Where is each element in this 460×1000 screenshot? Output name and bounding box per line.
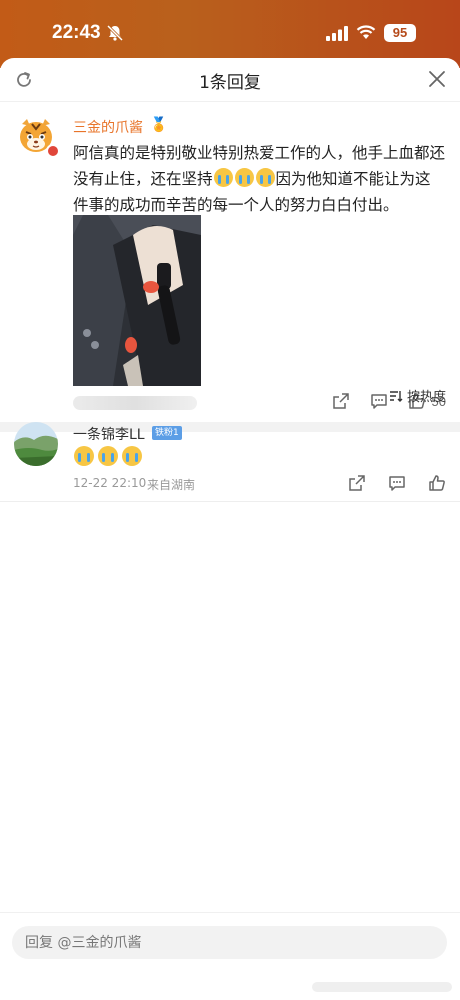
comment-icon[interactable] bbox=[370, 392, 388, 410]
like-icon[interactable] bbox=[428, 474, 446, 492]
sort-icon bbox=[389, 390, 403, 402]
comment-text: 阿信真的是特别敬业特别热爱工作的人，他手上血都还没有止住，还在坚持 因为他知道不能… bbox=[73, 140, 445, 218]
crying-emoji-icon bbox=[98, 446, 118, 466]
crying-emoji-icon bbox=[255, 168, 275, 187]
landscape-avatar-icon bbox=[14, 422, 58, 466]
reply-location: 来自湖南 bbox=[147, 478, 196, 492]
sheet-title: 1条回复 bbox=[199, 73, 261, 93]
comment-icon[interactable] bbox=[388, 474, 406, 492]
medal-icon: 🏅 bbox=[150, 117, 168, 133]
reply-item: 一条锦李LL 铁粉1 12-22 22:10 来自湖南 bbox=[0, 416, 460, 502]
sort-button[interactable]: 按热度 bbox=[389, 386, 446, 405]
share-icon[interactable] bbox=[332, 392, 350, 410]
reply-input[interactable] bbox=[12, 926, 447, 959]
sheet-header: 1条回复 bbox=[0, 58, 460, 102]
crying-emoji-icon bbox=[122, 446, 142, 466]
reply-bar bbox=[0, 912, 460, 1000]
reply-time: 12-22 22:10 bbox=[73, 476, 147, 490]
watermark bbox=[312, 982, 452, 992]
reply-actions bbox=[326, 474, 446, 492]
crying-emoji-icon bbox=[74, 446, 94, 466]
close-icon[interactable] bbox=[428, 70, 446, 88]
avatar[interactable] bbox=[14, 422, 58, 466]
reply-sheet: 1条回复 三金的爪酱 🏅 阿信真的是特别敬业特别热爱工作的人，他手上血都还没有止… bbox=[0, 58, 460, 1000]
reply-username[interactable]: 一条锦李LL bbox=[73, 424, 145, 444]
fan-badge: 铁粉1 bbox=[152, 426, 182, 440]
wifi-icon bbox=[356, 25, 376, 39]
crying-emoji-icon bbox=[213, 168, 233, 187]
battery-indicator: 95 bbox=[384, 24, 416, 42]
status-time: 22:43 bbox=[52, 22, 101, 43]
sort-label: 按热度 bbox=[406, 390, 446, 405]
original-comment: 三金的爪酱 🏅 阿信真的是特别敬业特别热爱工作的人，他手上血都还没有止住，还在坚… bbox=[0, 102, 460, 422]
comment-meta-blurred bbox=[73, 396, 197, 410]
verified-badge bbox=[46, 144, 60, 158]
comment-image[interactable] bbox=[73, 215, 201, 386]
signal-icon bbox=[326, 26, 348, 41]
comment-username[interactable]: 三金的爪酱 bbox=[73, 117, 143, 137]
reply-text bbox=[73, 446, 145, 467]
share-icon[interactable] bbox=[348, 474, 366, 492]
bell-muted-icon bbox=[106, 24, 124, 42]
crying-emoji-icon bbox=[234, 168, 254, 187]
